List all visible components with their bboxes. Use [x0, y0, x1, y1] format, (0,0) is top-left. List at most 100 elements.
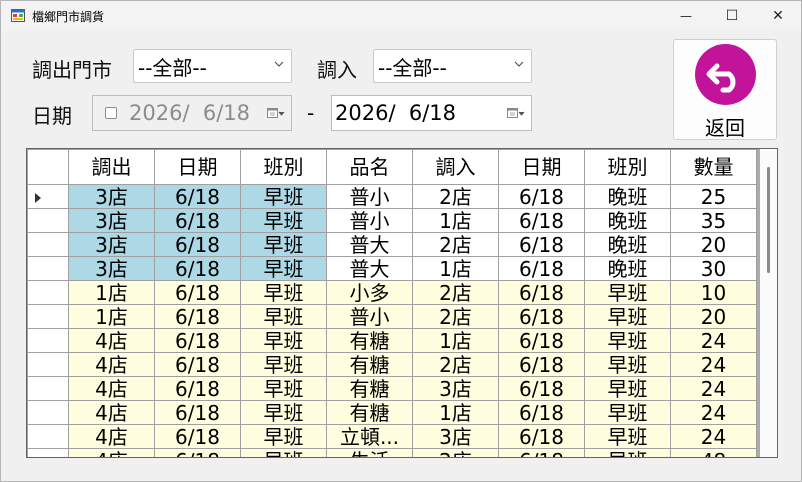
cell-quantity[interactable]: 35 — [670, 208, 757, 233]
cell-out-date[interactable]: 6/18 — [154, 208, 241, 233]
row-header[interactable] — [27, 280, 69, 305]
cell-out-shift[interactable]: 早班 — [240, 400, 327, 425]
cell-out-date[interactable]: 6/18 — [154, 232, 241, 257]
cell-out-date[interactable]: 6/18 — [154, 328, 241, 353]
table-row[interactable]: 4店 6/18 早班 有糖 3店 6/18 早班 24 — [27, 376, 757, 401]
cell-quantity[interactable]: 20 — [670, 304, 757, 329]
row-header[interactable] — [27, 232, 69, 257]
cell-out-store[interactable]: 1店 — [68, 280, 155, 305]
cell-quantity[interactable]: 30 — [670, 256, 757, 281]
cell-product[interactable]: 生活 — [326, 448, 413, 457]
cell-out-shift[interactable]: 早班 — [240, 424, 327, 449]
cell-out-store[interactable]: 1店 — [68, 304, 155, 329]
cell-in-date[interactable]: 6/18 — [498, 424, 585, 449]
col-header-quantity[interactable]: 數量 — [670, 149, 757, 185]
date-from-picker[interactable]: 2026/ 6/18 — [92, 95, 292, 131]
cell-product[interactable]: 立頓... — [326, 424, 413, 449]
col-header-out-store[interactable]: 調出 — [68, 149, 155, 185]
cell-in-shift[interactable]: 早班 — [584, 352, 671, 377]
cell-in-shift[interactable]: 晚班 — [584, 256, 671, 281]
cell-product[interactable]: 普小 — [326, 208, 413, 233]
cell-out-store[interactable]: 3店 — [68, 232, 155, 257]
cell-out-date[interactable]: 6/18 — [154, 256, 241, 281]
row-header[interactable] — [27, 376, 69, 401]
cell-in-date[interactable]: 6/18 — [498, 328, 585, 353]
cell-in-store[interactable]: 3店 — [412, 424, 499, 449]
cell-in-date[interactable]: 6/18 — [498, 280, 585, 305]
row-header[interactable] — [27, 256, 69, 281]
table-row[interactable]: 3店 6/18 早班 普小 2店 6/18 晚班 25 — [27, 184, 757, 209]
cell-product[interactable]: 有糖 — [326, 328, 413, 353]
cell-in-date[interactable]: 6/18 — [498, 304, 585, 329]
cell-in-shift[interactable]: 晚班 — [584, 232, 671, 257]
cell-in-date[interactable]: 6/18 — [498, 232, 585, 257]
cell-in-store[interactable]: 2店 — [412, 448, 499, 457]
col-header-out-date[interactable]: 日期 — [154, 149, 241, 185]
cell-out-shift[interactable]: 早班 — [240, 352, 327, 377]
cell-in-shift[interactable]: 早班 — [584, 304, 671, 329]
cell-out-store[interactable]: 4店 — [68, 400, 155, 425]
cell-in-store[interactable]: 1店 — [412, 400, 499, 425]
cell-in-date[interactable]: 6/18 — [498, 400, 585, 425]
table-row[interactable]: 4店 6/18 早班 有糖 1店 6/18 早班 24 — [27, 328, 757, 353]
cell-quantity[interactable]: 24 — [670, 352, 757, 377]
cell-out-shift[interactable]: 早班 — [240, 280, 327, 305]
row-header[interactable] — [27, 352, 69, 377]
cell-out-date[interactable]: 6/18 — [154, 184, 241, 209]
cell-out-store[interactable]: 3店 — [68, 256, 155, 281]
cell-out-store[interactable]: 4店 — [68, 424, 155, 449]
table-row[interactable]: 4店6/18早班生活2店6/18早班48 — [27, 448, 757, 457]
cell-out-date[interactable]: 6/18 — [154, 448, 241, 457]
cell-out-shift[interactable]: 早班 — [240, 304, 327, 329]
cell-in-store[interactable]: 2店 — [412, 280, 499, 305]
cell-in-date[interactable]: 6/18 — [498, 376, 585, 401]
cell-out-date[interactable]: 6/18 — [154, 424, 241, 449]
cell-quantity[interactable]: 20 — [670, 232, 757, 257]
cell-out-store[interactable]: 4店 — [68, 448, 155, 457]
row-header[interactable] — [27, 304, 69, 329]
cell-product[interactable]: 小多 — [326, 280, 413, 305]
cell-product[interactable]: 普小 — [326, 304, 413, 329]
cell-out-date[interactable]: 6/18 — [154, 352, 241, 377]
cell-quantity[interactable]: 10 — [670, 280, 757, 305]
row-header[interactable] — [27, 208, 69, 233]
cell-out-date[interactable]: 6/18 — [154, 304, 241, 329]
cell-in-shift[interactable]: 早班 — [584, 328, 671, 353]
col-header-in-shift[interactable]: 班別 — [584, 149, 671, 185]
col-header-in-store[interactable]: 調入 — [412, 149, 499, 185]
cell-product[interactable]: 有糖 — [326, 376, 413, 401]
cell-out-store[interactable]: 4店 — [68, 352, 155, 377]
cell-in-shift[interactable]: 早班 — [584, 376, 671, 401]
cell-out-store[interactable]: 3店 — [68, 208, 155, 233]
col-header-product[interactable]: 品名 — [326, 149, 413, 185]
cell-in-store[interactable]: 1店 — [412, 328, 499, 353]
col-header-in-date[interactable]: 日期 — [498, 149, 585, 185]
cell-quantity[interactable]: 24 — [670, 328, 757, 353]
cell-in-store[interactable]: 1店 — [412, 208, 499, 233]
maximize-button[interactable]: ☐ — [709, 1, 755, 31]
cell-product[interactable]: 普小 — [326, 184, 413, 209]
table-row[interactable]: 4店 6/18 早班 立頓... 3店 6/18 早班 24 — [27, 424, 757, 449]
scrollbar-thumb[interactable] — [767, 167, 770, 273]
cell-quantity[interactable]: 24 — [670, 376, 757, 401]
cell-in-store[interactable]: 2店 — [412, 232, 499, 257]
cell-in-store[interactable]: 2店 — [412, 304, 499, 329]
cell-out-shift[interactable]: 早班 — [240, 376, 327, 401]
cell-in-store[interactable]: 1店 — [412, 256, 499, 281]
out-store-select[interactable]: --全部-- — [133, 49, 292, 83]
cell-product[interactable]: 有糖 — [326, 400, 413, 425]
row-header[interactable] — [27, 448, 69, 457]
row-header[interactable] — [27, 400, 69, 425]
cell-out-shift[interactable]: 早班 — [240, 448, 327, 457]
cell-product[interactable]: 普大 — [326, 256, 413, 281]
cell-in-shift[interactable]: 早班 — [584, 448, 671, 457]
cell-in-date[interactable]: 6/18 — [498, 208, 585, 233]
row-header[interactable] — [27, 184, 69, 209]
cell-in-date[interactable]: 6/18 — [498, 352, 585, 377]
cell-in-shift[interactable]: 晚班 — [584, 184, 671, 209]
cell-in-shift[interactable]: 早班 — [584, 280, 671, 305]
table-row[interactable]: 1店 6/18 早班 小多 2店 6/18 早班 10 — [27, 280, 757, 305]
cell-out-store[interactable]: 4店 — [68, 376, 155, 401]
table-row[interactable]: 1店 6/18 早班 普小 2店 6/18 早班 20 — [27, 304, 757, 329]
cell-out-store[interactable]: 3店 — [68, 184, 155, 209]
